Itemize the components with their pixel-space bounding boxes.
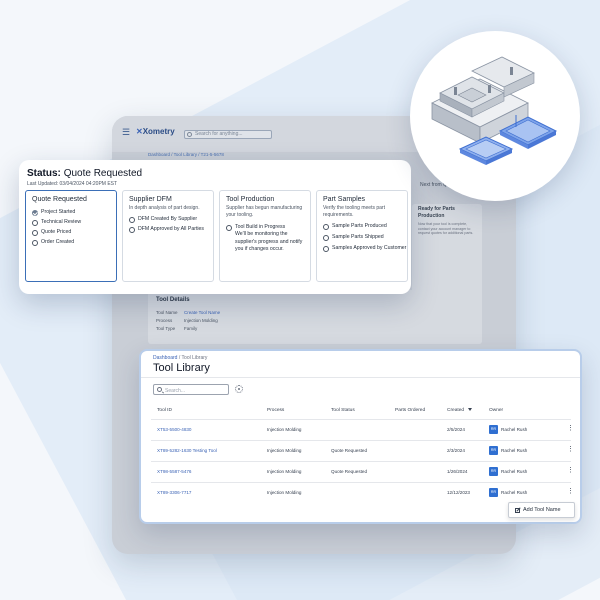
stage-title: Tool Production bbox=[226, 196, 275, 203]
step-technical-review: Technical Review bbox=[32, 219, 116, 226]
created-cell: 12/12/2023 bbox=[447, 490, 470, 495]
side-card-text: Now that your tool is complete, contact … bbox=[418, 222, 474, 236]
tool-id-link[interactable]: XT89-5282-1630 Testing Tool bbox=[157, 448, 217, 453]
app-search-input[interactable]: Search for anything... bbox=[184, 130, 272, 139]
process-cell: Injection Molding bbox=[267, 427, 302, 432]
created-cell: 2/3/2024 bbox=[447, 448, 465, 453]
process-cell: Injection Molding bbox=[267, 448, 302, 453]
process-label: Process bbox=[156, 318, 173, 323]
tool-details-title: Tool Details bbox=[156, 297, 190, 303]
radio-icon bbox=[226, 224, 232, 231]
stage-title: Supplier DFM bbox=[129, 196, 172, 203]
mold-illustration bbox=[410, 31, 580, 201]
stage-part-samples[interactable]: Part Samples Verify the tooling meets pa… bbox=[316, 190, 408, 282]
status-cell: Quote Requested bbox=[331, 469, 368, 474]
radio-icon bbox=[323, 234, 329, 241]
radio-icon bbox=[323, 223, 329, 230]
tool-details-panel: Tool Details Tool Name Create Tool Name … bbox=[148, 290, 482, 344]
stage-title: Quote Requested bbox=[32, 196, 87, 203]
column-header-owner[interactable]: Owner bbox=[489, 408, 503, 413]
step-order-created: Order Created bbox=[32, 239, 116, 246]
step-dfm-created: DFM Created By Supplier bbox=[129, 216, 213, 223]
tool-name-label: Tool Name bbox=[156, 310, 178, 315]
menu-icon[interactable]: ☰ bbox=[122, 127, 130, 138]
stage-title: Part Samples bbox=[323, 196, 366, 203]
tool-type-label: Tool Type bbox=[156, 326, 176, 331]
table-row[interactable]: XT98-5587-5476 Injection Molding Quote R… bbox=[151, 461, 574, 482]
owner-cell: Rachel Rush bbox=[501, 448, 528, 453]
radio-icon bbox=[32, 219, 38, 226]
avatar: RR bbox=[489, 425, 498, 434]
breadcrumb[interactable]: Dashboard / Tool Library / T21-5-5678 bbox=[148, 152, 224, 157]
stage-supplier-dfm[interactable]: Supplier DFM In depth analysis of part d… bbox=[122, 190, 214, 282]
search-icon bbox=[157, 387, 162, 393]
settings-icon[interactable] bbox=[235, 385, 243, 393]
tool-id-link[interactable]: XT89-3306-7717 bbox=[157, 490, 191, 495]
step-tool-build: Tool Build in Progress We'll be monitorin… bbox=[226, 224, 310, 253]
created-cell: 2/5/2024 bbox=[447, 427, 465, 432]
status-title: Status: Quote Requested bbox=[27, 168, 143, 179]
step-sample-shipped: Sample Parts Shipped bbox=[323, 234, 407, 241]
step-quote-priced: Quote Priced bbox=[32, 229, 116, 236]
stage-description: Verify the tooling meets part requiremen… bbox=[323, 205, 385, 218]
tool-library-card: Dashboard / Tool Library Tool Library Se… bbox=[139, 349, 582, 524]
status-cell: Quote Requested bbox=[331, 448, 368, 453]
step-project-started: Project Started bbox=[32, 209, 116, 216]
step-note: We'll be monitoring the supplier's progr… bbox=[235, 231, 303, 252]
breadcrumb-dashboard-link[interactable]: Dashboard bbox=[153, 355, 177, 361]
column-header-parts-ordered[interactable]: Parts Ordered bbox=[395, 408, 425, 413]
avatar: RR bbox=[489, 467, 498, 476]
stage-description: Supplier has begun manufacturing your to… bbox=[226, 205, 303, 218]
tool-id-link[interactable]: XT53-5500-4830 bbox=[157, 427, 191, 432]
owner-cell: Rachel Rush bbox=[501, 469, 528, 474]
table-row[interactable]: XT89-3306-7717 Injection Molding 12/12/2… bbox=[151, 482, 574, 503]
table-row[interactable]: XT89-5282-1630 Testing Tool Injection Mo… bbox=[151, 440, 574, 461]
column-header-tool-id[interactable]: Tool ID bbox=[157, 408, 172, 413]
owner-cell: Rachel Rush bbox=[501, 490, 528, 495]
step-sample-produced: Sample Parts Produced bbox=[323, 223, 407, 230]
avatar: RR bbox=[489, 488, 498, 497]
sort-down-icon bbox=[468, 408, 473, 412]
page-title: Tool Library bbox=[153, 362, 210, 374]
stage-description: In depth analysis of part design. bbox=[129, 205, 200, 211]
process-value: Injection Molding bbox=[184, 318, 218, 323]
stage-tool-production[interactable]: Tool Production Supplier has begun manuf… bbox=[219, 190, 311, 282]
more-options-icon[interactable]: ⋮ bbox=[567, 488, 574, 495]
brand-logo[interactable]: ✕Xometry bbox=[136, 127, 175, 136]
tool-type-value: Family bbox=[184, 326, 198, 331]
library-search-input[interactable]: Search... bbox=[153, 384, 229, 395]
more-options-icon[interactable]: ⋮ bbox=[567, 425, 574, 432]
radio-icon bbox=[129, 226, 135, 233]
tool-id-link[interactable]: XT98-5587-5476 bbox=[157, 469, 191, 474]
column-header-process[interactable]: Process bbox=[267, 408, 284, 413]
search-icon bbox=[187, 132, 192, 137]
column-header-created[interactable]: Created bbox=[447, 408, 473, 413]
tool-name-value[interactable]: Create Tool Name bbox=[184, 310, 220, 315]
owner-cell: Rachel Rush bbox=[501, 427, 528, 432]
more-options-icon[interactable]: ⋮ bbox=[567, 446, 574, 453]
status-updated: Last Updated: 03/04/2024 04:20PM EST bbox=[27, 181, 118, 187]
divider bbox=[141, 377, 580, 378]
side-card-title: Ready for Parts Production bbox=[418, 206, 455, 219]
table-row[interactable]: XT53-5500-4830 Injection Molding 2/5/202… bbox=[151, 419, 574, 440]
column-header-tool-status[interactable]: Tool Status bbox=[331, 408, 355, 413]
radio-icon bbox=[129, 216, 135, 223]
library-breadcrumb: Dashboard / Tool Library bbox=[153, 355, 208, 361]
check-icon bbox=[32, 209, 38, 216]
radio-icon bbox=[32, 239, 38, 246]
process-cell: Injection Molding bbox=[267, 490, 302, 495]
step-dfm-approved: DFM Approved by All Parties bbox=[129, 226, 213, 233]
add-tool-name-button[interactable]: Add Tool Name bbox=[508, 502, 575, 518]
stage-quote-requested[interactable]: Quote Requested Project Started Technica… bbox=[25, 190, 117, 282]
step-sample-approved: Samples Approved by Customer bbox=[323, 245, 407, 252]
radio-icon bbox=[32, 229, 38, 236]
radio-icon bbox=[323, 245, 329, 252]
process-cell: Injection Molding bbox=[267, 469, 302, 474]
more-options-icon[interactable]: ⋮ bbox=[567, 467, 574, 474]
avatar: RR bbox=[489, 446, 498, 455]
status-card: Status: Quote Requested Last Updated: 03… bbox=[19, 160, 411, 294]
injection-mold-icon bbox=[431, 56, 558, 165]
created-cell: 1/26/2024 bbox=[447, 469, 468, 474]
edit-icon bbox=[515, 507, 520, 513]
